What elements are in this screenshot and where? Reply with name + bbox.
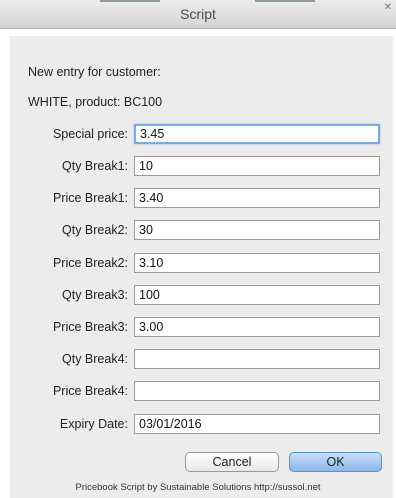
price-break1-label: Price Break1: xyxy=(52,191,128,205)
qty-break2-label: Qty Break2: xyxy=(62,223,128,237)
corner-mark-icon: ✕ xyxy=(383,2,392,13)
qty-break1-label: Qty Break1: xyxy=(62,159,128,173)
price-break1-input[interactable] xyxy=(134,188,380,208)
qty-break3-input[interactable] xyxy=(134,285,380,305)
price-break4-label: Price Break4: xyxy=(52,384,128,398)
expiry-date-label: Expiry Date: xyxy=(59,417,128,431)
qty-break3-label: Qty Break3: xyxy=(62,288,128,302)
intro-product-label: WHITE, product: BC100 xyxy=(28,95,163,109)
field-row-qty-break1: Qty Break1: xyxy=(0,156,396,178)
special-price-label: Special price: xyxy=(52,127,128,141)
field-row-special-price: Special price: xyxy=(0,124,396,146)
price-break2-input[interactable] xyxy=(134,253,380,273)
price-break3-label: Price Break3: xyxy=(52,320,128,334)
title-bar-accent-left xyxy=(100,0,160,2)
qty-break4-label: Qty Break4: xyxy=(62,352,128,366)
expiry-date-input[interactable] xyxy=(134,414,380,434)
field-row-qty-break2: Qty Break2: xyxy=(0,220,396,242)
title-bar-accent-right xyxy=(255,0,315,2)
field-row-price-break4: Price Break4: xyxy=(0,381,396,403)
field-row-price-break3: Price Break3: xyxy=(0,317,396,339)
qty-break1-input[interactable] xyxy=(134,156,380,176)
ok-button[interactable]: OK xyxy=(289,452,382,472)
qty-break4-input[interactable] xyxy=(134,349,380,369)
field-row-qty-break4: Qty Break4: xyxy=(0,349,396,371)
dialog-window: Script ✕ New entry for customer: WHITE, … xyxy=(0,0,396,498)
title-bar[interactable]: Script ✕ xyxy=(0,0,396,29)
price-break2-label: Price Break2: xyxy=(52,256,128,270)
window-title: Script xyxy=(180,6,216,22)
special-price-input[interactable] xyxy=(134,124,380,144)
field-row-price-break2: Price Break2: xyxy=(0,253,396,275)
intro-customer-label: New entry for customer: xyxy=(28,65,161,79)
price-break3-input[interactable] xyxy=(134,317,380,337)
field-row-expiry-date: Expiry Date: xyxy=(0,414,396,436)
field-row-price-break1: Price Break1: xyxy=(0,188,396,210)
field-row-qty-break3: Qty Break3: xyxy=(0,285,396,307)
qty-break2-input[interactable] xyxy=(134,220,380,240)
footer-credit: Pricebook Script by Sustainable Solution… xyxy=(75,482,321,493)
cancel-button[interactable]: Cancel xyxy=(185,452,279,472)
price-break4-input[interactable] xyxy=(134,381,380,401)
